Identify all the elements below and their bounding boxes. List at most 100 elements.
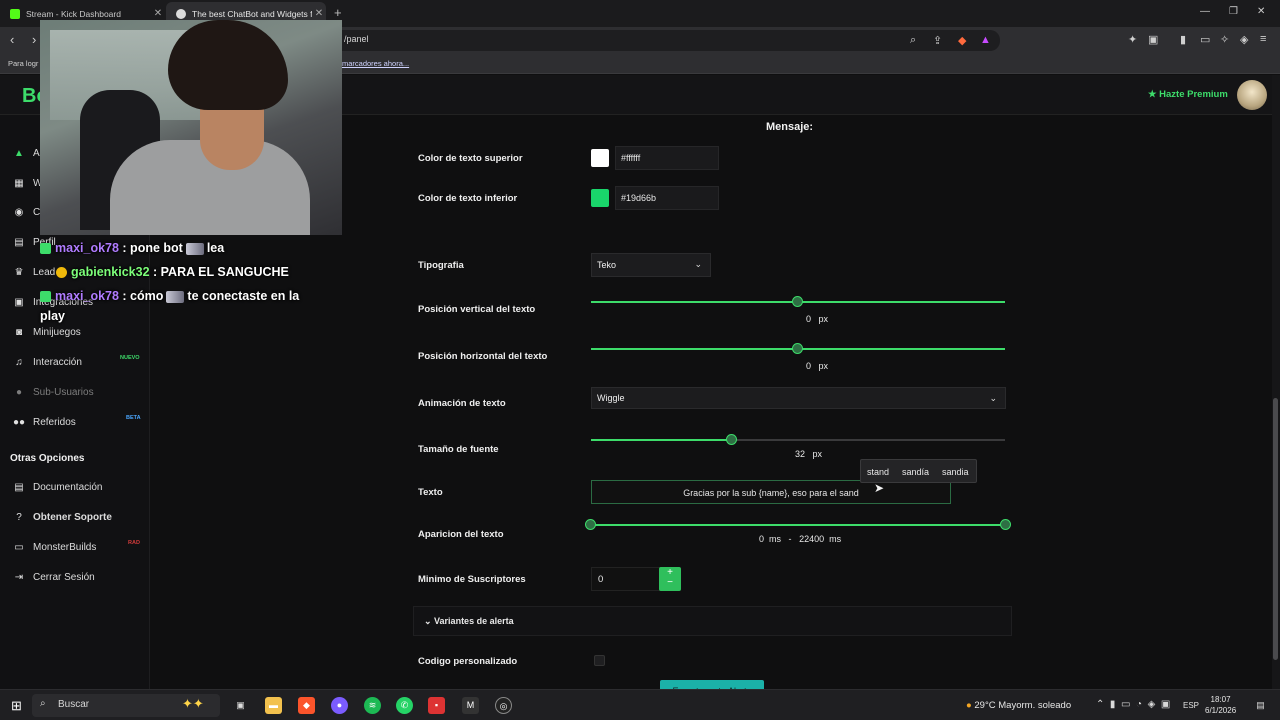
premium-link[interactable]: ★ Hazte Premium: [1148, 89, 1228, 100]
quantity-stepper[interactable]: + −: [659, 567, 681, 591]
file-explorer-icon[interactable]: ▬: [265, 697, 282, 714]
system-tray[interactable]: ⌃ ▮ ▭ ◔ ◈ ▣: [1096, 699, 1170, 710]
minus-icon[interactable]: −: [659, 578, 681, 588]
color-superior-swatch[interactable]: [591, 149, 609, 167]
restore-icon[interactable]: ❐: [1229, 6, 1238, 17]
new-tab-button[interactable]: +: [334, 5, 342, 20]
sidebar-item-cerrar-sesion[interactable]: ⇥ Cerrar Sesión: [12, 569, 95, 585]
suggestion-item[interactable]: sandía: [902, 467, 929, 477]
sidebar-item-label: Minijuegos: [33, 326, 81, 338]
language-indicator[interactable]: ESP: [1183, 701, 1199, 710]
music-icon: ♫: [15, 356, 23, 368]
kick-icon: [10, 8, 20, 19]
taskbar-search[interactable]: ⌕ Buscar ✦✦: [32, 694, 220, 717]
whatsapp-icon[interactable]: ✆: [396, 697, 413, 714]
scrollbar-thumb[interactable]: [1273, 398, 1278, 660]
spotify-icon[interactable]: ≋: [364, 697, 381, 714]
suggestion-item[interactable]: stand: [867, 467, 889, 477]
emote-icon: [185, 242, 204, 255]
sidebar-item-leaderboard[interactable]: ♛ Lead: [12, 264, 56, 280]
brave-shield-icon[interactable]: ◆: [958, 34, 966, 47]
windows-start-icon[interactable]: ⊞: [8, 697, 25, 714]
close-icon[interactable]: ✕: [312, 8, 326, 19]
pos-vertical-knob[interactable]: [792, 296, 803, 307]
tipografia-label: Tipografia: [418, 260, 464, 271]
sidebar-item-referidos[interactable]: ●● Referidos: [12, 414, 76, 430]
close-icon[interactable]: ✕: [151, 8, 165, 19]
app-icon[interactable]: ▪: [428, 697, 445, 714]
chevron-down-icon: ⌄: [694, 259, 702, 269]
weather-text: 29°C Mayorm. soleado: [974, 700, 1072, 711]
color-inferior-swatch[interactable]: [591, 189, 609, 207]
pos-horizontal-knob[interactable]: [792, 343, 803, 354]
new-badge: NUEVO: [120, 355, 140, 361]
chat-message-continuation: play: [40, 309, 66, 323]
tipografia-select[interactable]: Teko ⌄: [591, 253, 711, 277]
variantes-accordion[interactable]: ⌄ Variantes de alerta: [413, 606, 1012, 636]
back-icon[interactable]: ‹: [10, 32, 14, 47]
sidebar-item-soporte[interactable]: ? Obtener Soporte: [12, 509, 112, 525]
star-icon: ★: [1148, 89, 1160, 100]
premium-label: Hazte Premium: [1159, 89, 1228, 100]
sidebar-item-commands[interactable]: ◉ C: [12, 204, 41, 220]
menu-icon[interactable]: ≡: [1260, 33, 1266, 45]
tamano-value: 32 px: [795, 449, 823, 459]
aparicion-end-knob[interactable]: [1000, 519, 1011, 530]
minimize-icon[interactable]: —: [1200, 6, 1210, 17]
sidebar-item-home[interactable]: ▲ A: [12, 145, 40, 161]
texto-input[interactable]: Gracias por la sub {name}, eso para el s…: [591, 480, 951, 504]
weather-widget[interactable]: ● 29°C Mayorm. soleado: [966, 700, 1071, 711]
notification-icon[interactable]: ▤: [1252, 697, 1269, 714]
clock[interactable]: 18:07 6/1/2026: [1205, 694, 1236, 716]
aparicion-range: 0 ms - 22400 ms: [759, 534, 842, 544]
suggestion-item[interactable]: sandia: [942, 467, 969, 477]
tamano-knob[interactable]: [726, 434, 737, 445]
app-m-icon[interactable]: M: [462, 697, 479, 714]
color-inferior-input[interactable]: #19d66b: [615, 186, 719, 210]
leo-icon[interactable]: ✧: [1220, 33, 1229, 46]
sidebar-item-documentacion[interactable]: ▤ Documentación: [12, 479, 102, 495]
aparicion-label: Aparicion del texto: [418, 529, 504, 540]
tab-title: Stream - Kick Dashboard: [26, 8, 121, 19]
sidebar-item-widgets[interactable]: ▦ W: [12, 175, 42, 191]
screenshot-icon[interactable]: ▣: [1148, 33, 1158, 46]
animacion-select[interactable]: Wiggle ⌄: [591, 387, 1006, 409]
sidebar-item-monsterbuilds[interactable]: ▭ MonsterBuilds: [12, 539, 96, 555]
gamepad-icon: ◙: [15, 326, 23, 338]
section-header: Mensaje:: [766, 121, 814, 133]
task-view-icon[interactable]: ▣: [232, 697, 249, 714]
brave-icon[interactable]: ◆: [298, 697, 315, 714]
sidebar-item-label: MonsterBuilds: [33, 541, 97, 553]
tamano-slider-fill: [591, 439, 731, 441]
wallet-icon[interactable]: ▭: [1200, 33, 1210, 46]
share-icon[interactable]: ⇪: [933, 34, 942, 47]
forward-icon[interactable]: ›: [32, 32, 36, 47]
aparicion-start-knob[interactable]: [585, 519, 596, 530]
color-inferior-label: Color de texto inferior: [418, 193, 518, 204]
vpn-icon[interactable]: ◈: [1240, 33, 1248, 46]
obs-icon[interactable]: ◎: [495, 697, 512, 714]
sidebar-item-sub-usuarios[interactable]: ● Sub-Usuarios: [12, 384, 94, 400]
discord-icon[interactable]: ●: [331, 697, 348, 714]
avatar[interactable]: [1237, 80, 1267, 110]
rewards-icon[interactable]: ▲: [980, 34, 991, 46]
close-window-icon[interactable]: ✕: [1257, 6, 1265, 17]
sidebar-section-title: Otras Opciones: [10, 453, 85, 464]
aparicion-slider[interactable]: [591, 524, 1005, 526]
sparkle-icon: ✦✦: [182, 696, 204, 711]
sidebar-icon[interactable]: ▮: [1180, 33, 1186, 46]
color-superior-input[interactable]: #ffffff: [615, 146, 719, 170]
sidebar-item-interaccion[interactable]: ♫ Interacción: [12, 354, 82, 370]
extensions-icon[interactable]: ✦: [1128, 33, 1137, 46]
chat-text: : pone bot: [122, 241, 183, 255]
codigo-checkbox[interactable]: [594, 655, 605, 666]
mouse-cursor-icon: ➤: [874, 481, 885, 495]
zoom-icon[interactable]: ⌕: [910, 34, 916, 47]
beta-badge: BETA: [126, 415, 141, 421]
sidebar-item-label: Referidos: [33, 416, 76, 428]
minimo-input[interactable]: 0: [591, 567, 661, 591]
search-placeholder: Buscar: [58, 699, 90, 710]
sidebar-item-minijuegos[interactable]: ◙ Minijuegos: [12, 324, 81, 340]
taskbar: ⊞ ⌕ Buscar ✦✦ ▣ ▬ ◆ ● ≋ ✆ ▪ M ◎ ● 29°C M…: [0, 689, 1280, 720]
import-bookmarks-link[interactable]: marcadores ahora...: [342, 59, 409, 68]
